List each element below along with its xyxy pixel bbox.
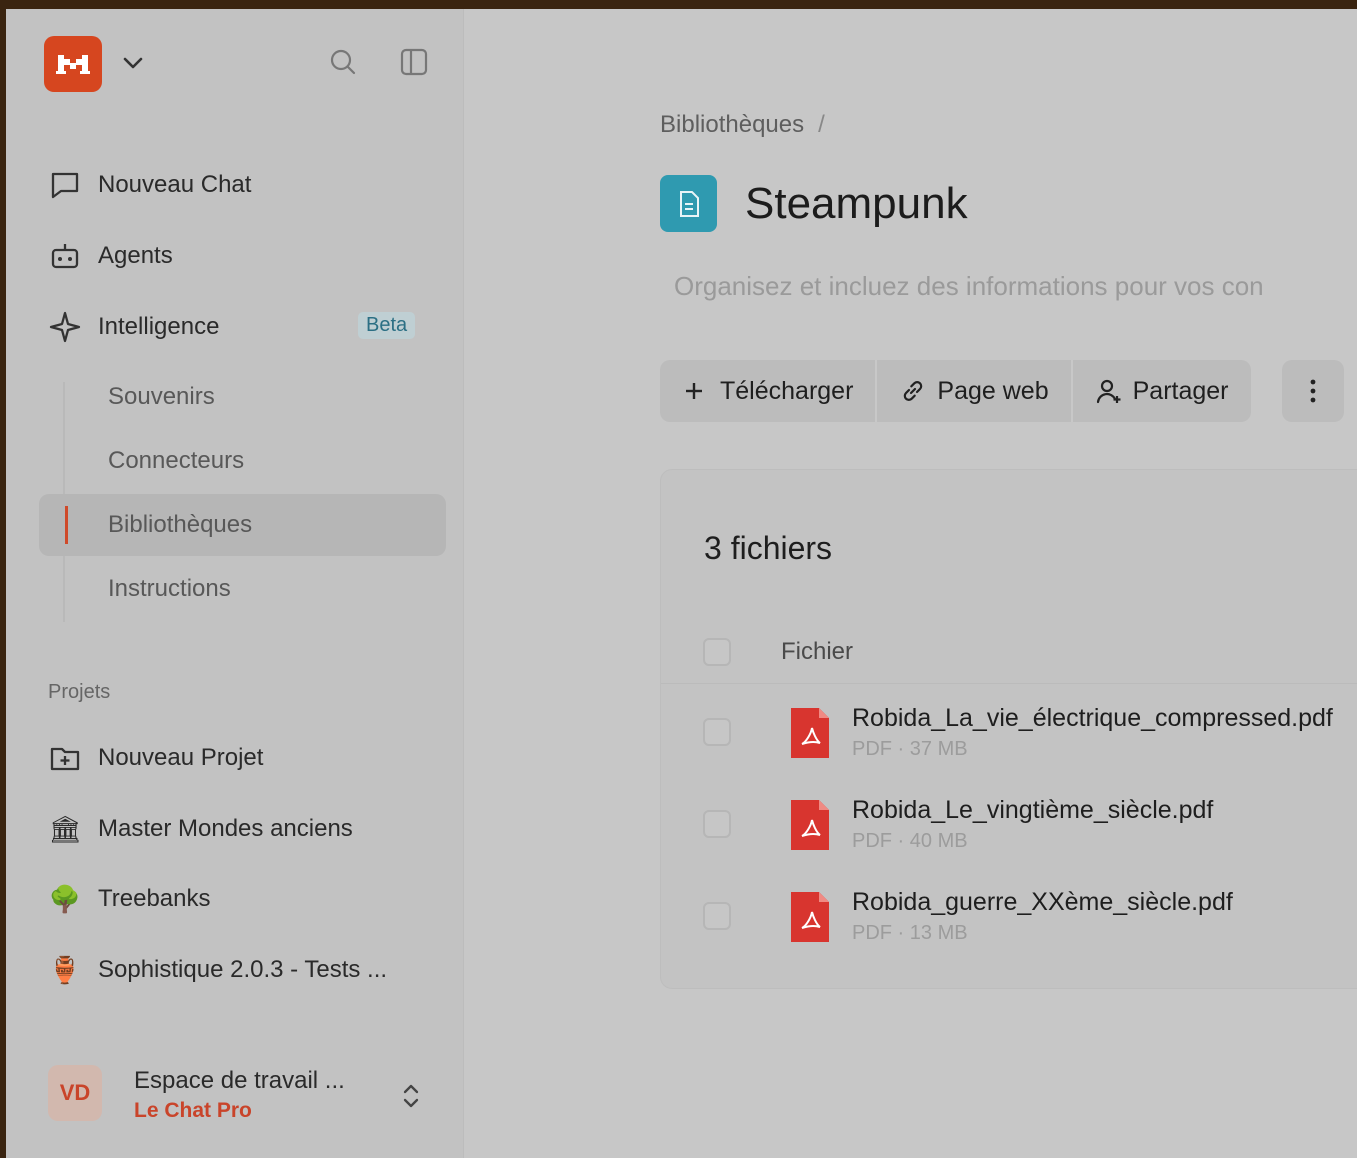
library-document-icon [660,175,717,232]
workspace-switcher[interactable]: VD Espace de travail ... Le Chat Pro [46,1061,424,1131]
select-all-checkbox[interactable] [703,638,731,666]
workspace-plan: Le Chat Pro [134,1099,252,1122]
project-label: Sophistique 2.0.3 - Tests ... [98,956,388,983]
chat-bubble-icon [46,166,84,204]
sub-item-instructions[interactable]: Instructions [108,575,231,603]
project-item[interactable]: 🌳 Treebanks [46,879,211,919]
amphora-icon: 🏺 [48,954,82,985]
files-table: 3 fichiers Fichier Robida_La_vie_électri… [660,469,1357,989]
page-title: Steampunk [745,179,968,228]
row-checkbox[interactable] [703,902,731,930]
project-label: Master Mondes anciens [98,815,353,842]
breadcrumb: Bibliothèques / [660,111,825,139]
webpage-button-label: Page web [937,376,1049,405]
folder-plus-icon [46,739,84,777]
file-meta: PDF · 13 MB [852,922,968,944]
project-new[interactable]: Nouveau Projet [46,738,263,778]
projects-section-label: Projets [48,681,111,703]
upload-button-label: Télécharger [720,376,854,405]
file-meta: PDF · 40 MB [852,830,968,852]
nav-agents[interactable]: Agents [46,236,173,276]
workspace-name: Espace de travail ... [134,1067,345,1094]
table-row[interactable]: Robida_La_vie_électrique_compressed.pdf … [661,702,1357,782]
project-label: Treebanks [98,885,211,912]
app-window: Nouveau Chat Agents Intelligence Beta So… [6,9,1357,1158]
link-icon [899,377,927,405]
upload-button[interactable]: Télécharger [660,360,878,422]
chevron-down-icon[interactable] [119,49,147,77]
plus-icon [682,377,710,405]
file-name[interactable]: Robida_guerre_XXème_siècle.pdf [852,888,1233,917]
user-plus-icon [1095,377,1123,405]
file-name[interactable]: Robida_La_vie_électrique_compressed.pdf [852,704,1333,733]
avatar: VD [48,1065,102,1121]
table-row[interactable]: Robida_guerre_XXème_siècle.pdf PDF · 13 … [661,886,1357,966]
table-header: Fichier [661,620,1357,684]
webpage-button[interactable]: Page web [877,360,1073,422]
sub-item-souvenirs[interactable]: Souvenirs [108,383,215,411]
table-row[interactable]: Robida_Le_vingtième_siècle.pdf PDF · 40 … [661,794,1357,874]
row-checkbox[interactable] [703,810,731,838]
temple-icon: 🏛 [48,813,82,844]
project-item[interactable]: 🏺 Sophistique 2.0.3 - Tests ... [46,950,387,990]
column-header-file[interactable]: Fichier [781,638,853,666]
project-item[interactable]: 🏛 Master Mondes anciens [46,809,353,849]
nav-intelligence[interactable]: Intelligence [46,307,219,347]
library-toolbar: Télécharger Page web Partager [660,360,1251,422]
app-logo[interactable] [44,36,102,92]
active-item-indicator [65,506,68,544]
nav-new-chat[interactable]: Nouveau Chat [46,165,251,205]
sub-item-connecteurs[interactable]: Connecteurs [108,447,244,475]
nav-intelligence-label: Intelligence [98,313,220,340]
pdf-file-icon [791,800,829,850]
sub-item-bibliotheques[interactable]: Bibliothèques [108,511,252,539]
breadcrumb-link[interactable]: Bibliothèques [660,111,804,138]
sidebar-toggle-icon[interactable] [398,46,430,78]
share-button-label: Partager [1132,376,1229,405]
more-options-button[interactable] [1282,360,1344,422]
sparkle-icon [46,308,84,346]
robot-icon [46,237,84,275]
chevron-up-down-icon [403,1084,419,1108]
files-count: 3 fichiers [704,530,833,566]
row-checkbox[interactable] [703,718,731,746]
file-meta: PDF · 37 MB [852,738,968,760]
nav-new-chat-label: Nouveau Chat [98,171,252,198]
file-name[interactable]: Robida_Le_vingtième_siècle.pdf [852,796,1213,825]
sidebar: Nouveau Chat Agents Intelligence Beta So… [6,9,464,1158]
logo-icon [56,55,90,74]
breadcrumb-separator: / [818,111,825,138]
project-new-label: Nouveau Projet [98,744,264,771]
beta-badge: Beta [358,312,416,339]
search-icon[interactable] [327,46,359,78]
description-input[interactable]: Organisez et incluez des informations po… [674,271,1264,302]
nav-agents-label: Agents [98,242,173,269]
tree-icon: 🌳 [48,883,82,914]
pdf-file-icon [791,892,829,942]
pdf-file-icon [791,708,829,758]
share-button[interactable]: Partager [1073,360,1251,422]
more-vertical-icon [1310,379,1316,403]
